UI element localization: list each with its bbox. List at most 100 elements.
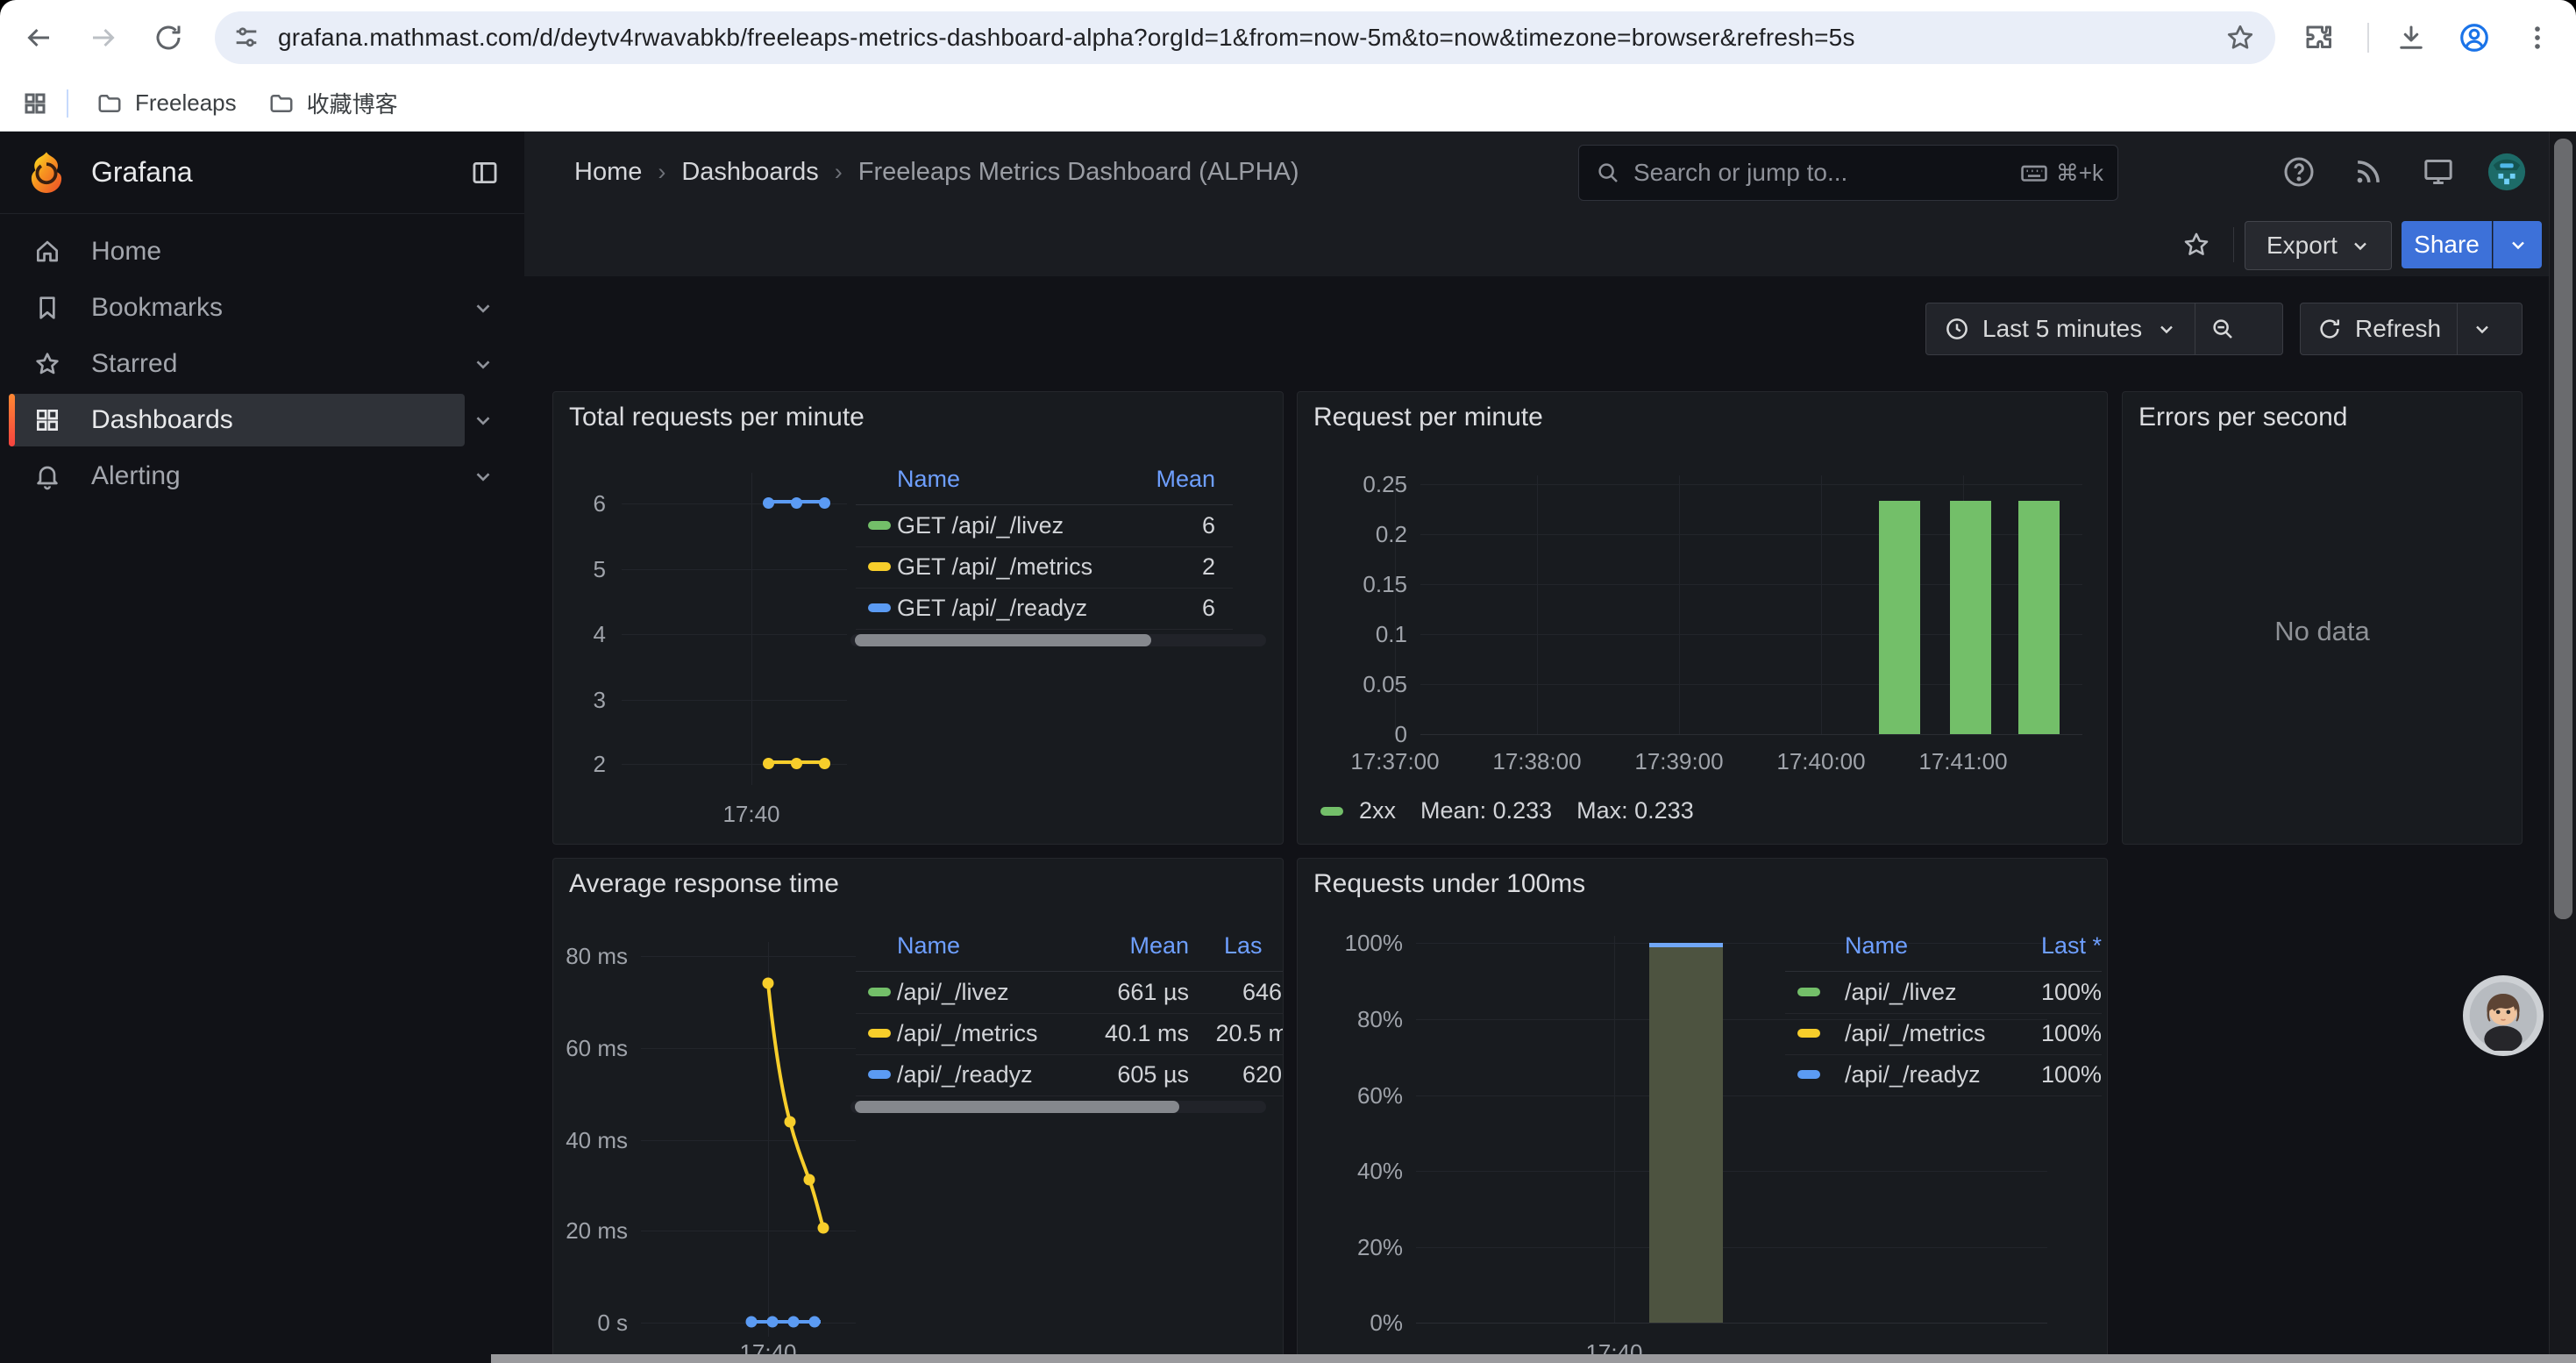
reload-icon[interactable] [149, 18, 188, 57]
active-item-highlight [9, 394, 465, 446]
legend-row[interactable]: /api/_/livez 661 µs 646 [856, 972, 1284, 1014]
legend-col-mean[interactable]: Mean [1101, 932, 1189, 960]
legend-scrollbar[interactable] [850, 1101, 1266, 1113]
series-swatch [868, 521, 891, 530]
url-text[interactable]: grafana.mathmast.com/d/deytv4rwavabkb/fr… [278, 24, 1855, 52]
legend-row[interactable]: /api/_/readyz 605 µs 620 [856, 1054, 1284, 1096]
bookmark-folder-freeleaps[interactable]: Freeleaps [81, 82, 253, 124]
series-swatch [1797, 988, 1820, 996]
y-tick: 40% [1324, 1158, 1403, 1185]
url-bar[interactable]: grafana.mathmast.com/d/deytv4rwavabkb/fr… [215, 11, 2275, 64]
legend-row[interactable]: /api/_/metrics 40.1 ms 20.5 m [856, 1013, 1284, 1055]
sidebar-item-alerting[interactable]: Alerting [0, 455, 524, 497]
news-rss-icon[interactable] [2348, 152, 2388, 192]
zoom-out-button[interactable] [2195, 303, 2250, 354]
bookmark-star-icon[interactable] [2221, 18, 2259, 57]
y-tick: 0.15 [1333, 571, 1407, 598]
legend-series[interactable]: 2xx [1359, 797, 1396, 824]
panel-title[interactable]: Total requests per minute [569, 403, 865, 432]
menu-icon[interactable] [2518, 18, 2557, 57]
folder-icon [96, 90, 123, 117]
favorite-star-icon[interactable] [2176, 225, 2217, 265]
bookmark-folder-blog[interactable]: 收藏博客 [253, 80, 414, 126]
series-swatch [1797, 1029, 1820, 1038]
star-icon [33, 350, 61, 378]
search-input[interactable]: Search or jump to... ⌘+k [1578, 145, 2118, 201]
panel-title[interactable]: Errors per second [2138, 403, 2347, 432]
chevron-down-icon[interactable] [472, 353, 495, 375]
legend-col-name[interactable]: Name [897, 932, 960, 960]
downloads-icon[interactable] [2392, 18, 2430, 57]
chevron-down-icon[interactable] [472, 409, 495, 432]
legend-scrollbar-thumb[interactable] [855, 1101, 1179, 1113]
page-scrollbar-thumb[interactable] [2554, 139, 2572, 919]
panel-title[interactable]: Requests under 100ms [1313, 869, 1585, 899]
y-tick: 4 [571, 621, 606, 648]
legend-row[interactable]: GET /api/_/metrics 2 [856, 546, 1233, 589]
chevron-down-icon[interactable] [472, 296, 495, 319]
y-tick: 6 [571, 490, 606, 517]
share-menu-button[interactable] [2493, 221, 2542, 268]
keyboard-icon [2019, 158, 2049, 188]
export-button[interactable]: Export [2245, 221, 2392, 270]
legend-col-name[interactable]: Name [897, 466, 960, 493]
export-label: Export [2266, 232, 2338, 260]
grafana-logo[interactable] [23, 149, 70, 196]
time-range-picker[interactable]: Last 5 minutes [1926, 303, 2195, 354]
legend-col-mean[interactable]: Mean [1156, 466, 1215, 493]
panel-request-per-minute[interactable]: Request per minute 0.25 0.2 0.15 0.1 0.0… [1297, 391, 2108, 845]
refresh-button[interactable]: Refresh [2301, 303, 2457, 354]
toolbar-divider [2367, 23, 2369, 53]
sidebar-item-label: Starred [91, 349, 177, 379]
legend-row[interactable]: GET /api/_/livez 6 [856, 505, 1233, 547]
time-controls: Last 5 minutes [1925, 303, 2283, 355]
series-swatch [868, 1070, 891, 1079]
sidebar-item-label: Home [91, 237, 161, 267]
back-icon[interactable] [19, 18, 58, 57]
y-tick: 0.1 [1333, 621, 1407, 648]
apps-grid-icon[interactable] [16, 84, 54, 123]
panel-total-requests[interactable]: Total requests per minute 6 5 4 3 2 17:4… [552, 391, 1284, 845]
breadcrumb-separator: › [658, 159, 665, 186]
profile-icon[interactable] [2455, 18, 2494, 57]
dock-menu-icon[interactable] [470, 158, 500, 188]
legend-scrollbar-thumb[interactable] [855, 634, 1151, 646]
help-icon[interactable] [2279, 152, 2319, 192]
y-tick: 20% [1324, 1234, 1403, 1261]
breadcrumb-dashboards[interactable]: Dashboards [681, 158, 818, 187]
panel-avg-response-time[interactable]: Average response time 80 ms 60 ms 40 ms … [552, 858, 1284, 1363]
sidebar-item-dashboards[interactable]: Dashboards [0, 399, 524, 441]
y-tick: 80% [1324, 1006, 1403, 1033]
chevron-down-icon[interactable] [472, 465, 495, 488]
assistant-avatar[interactable] [2463, 975, 2544, 1056]
series-swatch [868, 1029, 891, 1038]
refresh-interval-button[interactable] [2458, 303, 2507, 354]
browser-window: grafana.mathmast.com/d/deytv4rwavabkb/fr… [0, 0, 2576, 132]
legend-row[interactable]: /api/_/readyz 100% [1785, 1054, 2102, 1096]
share-button[interactable]: Share [2402, 221, 2492, 268]
sidebar-item-home[interactable]: Home [0, 231, 524, 273]
legend-row[interactable]: GET /api/_/readyz 6 [856, 588, 1233, 630]
kiosk-monitor-icon[interactable] [2418, 152, 2459, 192]
panel-requests-under-100ms[interactable]: Requests under 100ms 100% 80% 60% 40% 20… [1297, 858, 2108, 1363]
forward-icon[interactable] [84, 18, 123, 57]
extensions-icon[interactable] [2299, 18, 2338, 57]
legend-col-name[interactable]: Name [1845, 932, 1908, 960]
legend-row[interactable]: /api/_/metrics 100% [1785, 1013, 2102, 1055]
sidebar-item-bookmarks[interactable]: Bookmarks [0, 287, 524, 329]
x-tick: 17:41:00 [1902, 748, 2025, 775]
chevron-down-icon [2350, 235, 2371, 256]
share-label: Share [2414, 231, 2480, 259]
legend-col-last[interactable]: Las [1224, 932, 1263, 960]
panel-title[interactable]: Request per minute [1313, 403, 1543, 432]
legend-scrollbar[interactable] [850, 634, 1266, 646]
browser-toolbar: grafana.mathmast.com/d/deytv4rwavabkb/fr… [0, 0, 2576, 75]
panel-errors-per-second[interactable]: Errors per second No data [2122, 391, 2523, 845]
breadcrumb-home[interactable]: Home [574, 158, 642, 187]
legend-row[interactable]: /api/_/livez 100% [1785, 972, 2102, 1014]
sidebar-item-starred[interactable]: Starred [0, 343, 524, 385]
y-tick: 100% [1324, 930, 1403, 957]
site-settings-icon[interactable] [227, 18, 266, 57]
legend-col-last[interactable]: Last * [2041, 932, 2102, 960]
user-avatar[interactable] [2487, 152, 2527, 192]
